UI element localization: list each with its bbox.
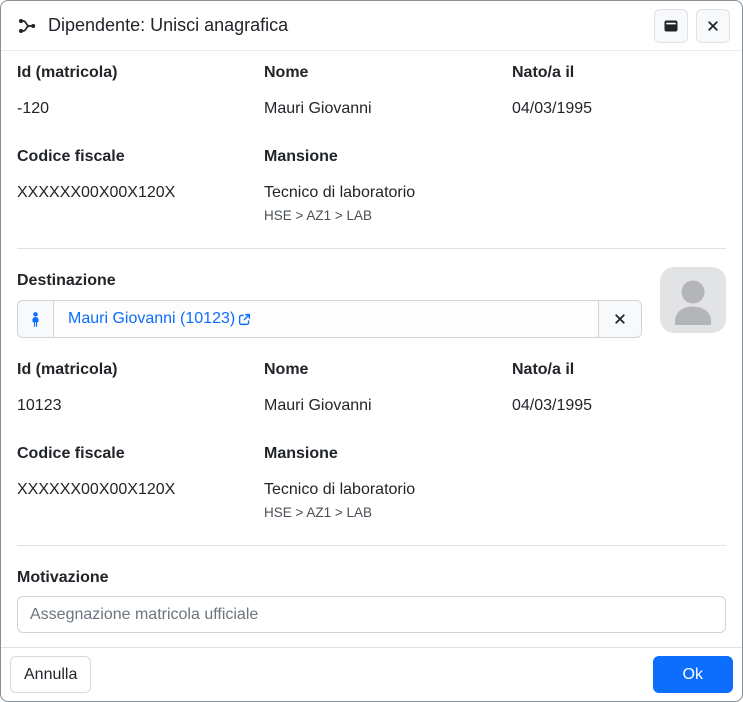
divider: [17, 248, 726, 249]
window-button[interactable]: [654, 9, 688, 43]
source-codice-label: Codice fiscale: [17, 147, 264, 166]
source-mansione-label: Mansione: [264, 147, 512, 166]
source-section: Id (matricola) -120 Nome Mauri Giovanni …: [17, 63, 726, 224]
avatar-placeholder-icon: [660, 267, 726, 333]
dest-nato-field: Nato/a il 04/03/1995: [512, 360, 726, 415]
divider: [17, 545, 726, 546]
destination-section: Destinazione Mauri Giovanni (10123): [17, 267, 726, 338]
source-nome-field: Nome Mauri Giovanni: [264, 63, 512, 118]
source-codice-value: XXXXXX00X00X120X: [17, 183, 264, 202]
dest-codice-label: Codice fiscale: [17, 444, 264, 463]
source-nato-value: 04/03/1995: [512, 99, 726, 118]
dest-id-field: Id (matricola) 10123: [17, 360, 264, 415]
motivazione-label: Motivazione: [17, 568, 726, 587]
close-icon: [706, 19, 720, 33]
dest-nome-label: Nome: [264, 360, 512, 379]
dest-id-label: Id (matricola): [17, 360, 264, 379]
dialog-body: Id (matricola) -120 Nome Mauri Giovanni …: [1, 51, 742, 647]
source-mansione-path: HSE > AZ1 > LAB: [264, 208, 512, 224]
source-id-label: Id (matricola): [17, 63, 264, 82]
dest-nato-value: 04/03/1995: [512, 396, 726, 415]
external-link-icon: [238, 313, 251, 326]
dest-nato-label: Nato/a il: [512, 360, 726, 379]
source-mansione-field: Mansione Tecnico di laboratorio HSE > AZ…: [264, 147, 512, 224]
window-icon: [663, 18, 679, 34]
destination-person-link[interactable]: Mauri Giovanni (10123): [68, 310, 251, 328]
merge-icon: [17, 16, 37, 36]
dest-mansione-path: HSE > AZ1 > LAB: [264, 505, 512, 521]
source-nome-value: Mauri Giovanni: [264, 99, 512, 118]
cancel-button[interactable]: Annulla: [10, 656, 91, 693]
person-icon: [18, 301, 54, 337]
source-id-value: -120: [17, 99, 264, 118]
merge-dialog: Dipendente: Unisci anagrafica Id (matric…: [0, 0, 743, 702]
destination-picker: Mauri Giovanni (10123): [17, 300, 642, 338]
dialog-footer: Annulla Ok: [1, 647, 742, 701]
avatar: [660, 267, 726, 333]
destination-fields-section: Id (matricola) 10123 Nome Mauri Giovanni…: [17, 360, 726, 521]
ok-button[interactable]: Ok: [653, 656, 733, 693]
source-nato-field: Nato/a il 04/03/1995: [512, 63, 726, 118]
dest-mansione-field: Mansione Tecnico di laboratorio HSE > AZ…: [264, 444, 512, 521]
source-codice-field: Codice fiscale XXXXXX00X00X120X: [17, 147, 264, 224]
close-button[interactable]: [696, 9, 730, 43]
source-nato-label: Nato/a il: [512, 63, 726, 82]
dest-nome-field: Nome Mauri Giovanni: [264, 360, 512, 415]
dest-nome-value: Mauri Giovanni: [264, 396, 512, 415]
dest-mansione-value: Tecnico di laboratorio: [264, 480, 512, 499]
source-id-field: Id (matricola) -120: [17, 63, 264, 118]
destination-section-title: Destinazione: [17, 271, 642, 290]
destination-clear-button[interactable]: [598, 301, 641, 337]
source-mansione-value: Tecnico di laboratorio: [264, 183, 512, 202]
dialog-header: Dipendente: Unisci anagrafica: [1, 1, 742, 51]
motivazione-input[interactable]: [17, 596, 726, 633]
source-nome-label: Nome: [264, 63, 512, 82]
dest-mansione-label: Mansione: [264, 444, 512, 463]
dest-id-value: 10123: [17, 396, 264, 415]
dialog-title: Dipendente: Unisci anagrafica: [48, 15, 646, 36]
dest-codice-value: XXXXXX00X00X120X: [17, 480, 264, 499]
clear-icon: [613, 312, 627, 326]
dest-codice-field: Codice fiscale XXXXXX00X00X120X: [17, 444, 264, 521]
